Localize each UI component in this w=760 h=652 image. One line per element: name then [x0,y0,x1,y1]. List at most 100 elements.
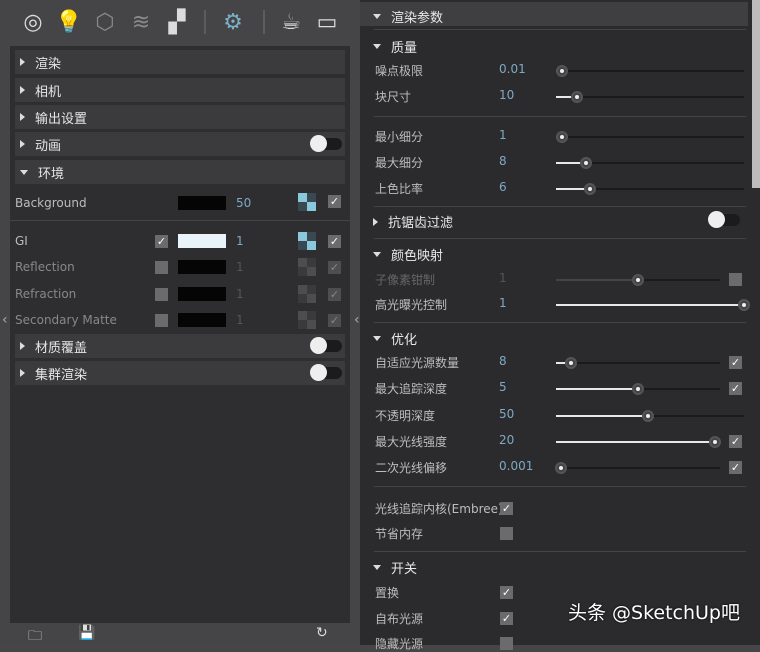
section-header[interactable]: 优化 [368,329,417,348]
slider-handle[interactable] [632,383,644,395]
option-checkbox[interactable]: ✓ [500,502,513,515]
section-header[interactable]: 抗锯齿过滤 [368,212,453,231]
env-value[interactable]: 1 [236,260,244,274]
geometry-icon[interactable]: ⬡ [91,8,119,36]
env-color-swatch[interactable] [178,260,226,274]
section-0[interactable]: 渲染 [15,50,345,74]
env-value[interactable]: 1 [236,234,244,248]
render-settings-icon[interactable]: ◎ [19,8,47,36]
slider-value[interactable]: 50 [499,407,514,421]
slider-track[interactable] [556,357,720,369]
slider-track[interactable] [556,410,744,422]
env-override-checkbox[interactable]: ✓ [328,314,341,327]
env-color-swatch[interactable] [178,234,226,248]
env-texture-button[interactable] [298,258,316,276]
option-checkbox[interactable]: ✓ [500,586,513,599]
section-bottom-1[interactable]: 集群渲染 [15,361,345,385]
reset-icon[interactable]: ↻ [316,625,328,641]
env-override-checkbox[interactable]: ✓ [328,235,341,248]
collapse-left-icon[interactable]: ‹ [2,312,8,328]
slider-handle[interactable] [709,436,722,448]
env-color-swatch[interactable] [178,313,226,327]
env-color-swatch[interactable] [178,287,226,301]
slider-handle[interactable] [555,65,568,77]
slider-handle[interactable] [632,274,644,286]
env-value[interactable]: 1 [236,313,244,327]
teapot-icon[interactable]: ☕ [277,8,305,36]
slider-handle[interactable] [564,357,577,369]
scrollbar-thumb[interactable] [752,0,760,188]
section-header[interactable]: 质量 [368,37,417,56]
slider-checkbox[interactable]: ✓ [729,435,742,448]
section-toggle[interactable] [310,135,342,152]
slider-handle[interactable] [555,131,568,143]
slider-handle[interactable] [570,91,583,103]
layers-icon[interactable]: ≋ [127,8,155,36]
env-override-checkbox[interactable]: ✓ [328,288,341,301]
background-color-swatch[interactable] [178,196,226,210]
frame-buffer-icon[interactable]: ▭ [313,8,341,36]
slider-value[interactable]: 20 [499,433,514,447]
background-texture-button[interactable] [298,193,316,211]
slider-value[interactable]: 1 [499,128,507,142]
section-bottom-0[interactable]: 材质覆盖 [15,334,345,358]
slider-track[interactable] [555,131,744,143]
env-checkbox[interactable] [155,261,168,274]
slider-track[interactable] [556,299,750,311]
slider-checkbox[interactable]: ✓ [729,382,742,395]
slider-track[interactable] [556,183,744,195]
env-override-checkbox[interactable]: ✓ [328,261,341,274]
light-icon[interactable]: 💡 [55,8,83,36]
section-header[interactable]: 颜色映射 [368,245,443,264]
slider-checkbox[interactable] [729,273,742,286]
slider-track[interactable] [556,157,744,169]
env-checkbox[interactable] [155,288,168,301]
slider-handle[interactable] [583,183,596,195]
settings-icon[interactable]: ⚙ [219,8,247,36]
section-toggle[interactable] [310,337,342,354]
texture-icon[interactable]: ▞ [163,8,191,36]
slider-value[interactable]: 5 [499,380,507,394]
slider-value[interactable]: 0.001 [499,459,533,473]
slider-track[interactable] [556,436,722,448]
option-checkbox[interactable] [500,637,513,650]
section-3[interactable]: 动画 [15,132,345,156]
env-checkbox[interactable] [155,314,168,327]
option-checkbox[interactable]: ✓ [500,612,513,625]
collapse-right-icon[interactable]: ‹ [354,312,360,328]
slider-value[interactable]: 1 [499,271,507,285]
env-texture-button[interactable] [298,311,316,329]
save-icon[interactable]: 💾 [78,625,95,641]
slider-value[interactable]: 8 [499,154,507,168]
open-folder-icon[interactable]: 🗀 [28,625,42,649]
env-value[interactable]: 1 [236,287,244,301]
slider-track[interactable] [556,91,744,103]
slider-track[interactable] [554,462,720,474]
slider-value[interactable]: 8 [499,354,507,368]
slider-checkbox[interactable]: ✓ [729,356,742,369]
section-4[interactable]: 环境 [15,160,345,184]
slider-handle[interactable] [554,462,567,474]
env-texture-button[interactable] [298,285,316,303]
section-header[interactable]: 开关 [368,558,417,577]
env-texture-button[interactable] [298,232,316,250]
slider-value[interactable]: 6 [499,180,507,194]
section-1[interactable]: 相机 [15,78,345,102]
slider-value[interactable]: 1 [499,296,507,310]
slider-track[interactable] [556,274,720,286]
slider-track[interactable] [556,383,720,395]
slider-checkbox[interactable]: ✓ [729,461,742,474]
background-checkbox[interactable]: ✓ [328,195,341,208]
slider-value[interactable]: 10 [499,88,514,102]
slider-value[interactable]: 0.01 [499,62,526,76]
slider-handle[interactable] [642,410,655,422]
option-checkbox[interactable] [500,527,513,540]
render-params-header[interactable]: 渲染参数 [360,2,748,26]
slider-handle[interactable] [738,299,750,311]
section-toggle[interactable] [310,364,342,381]
env-checkbox[interactable]: ✓ [155,235,168,248]
antialias-toggle[interactable] [708,211,740,228]
slider-track[interactable] [555,65,744,77]
slider-handle[interactable] [580,157,593,169]
section-2[interactable]: 输出设置 [15,105,345,129]
